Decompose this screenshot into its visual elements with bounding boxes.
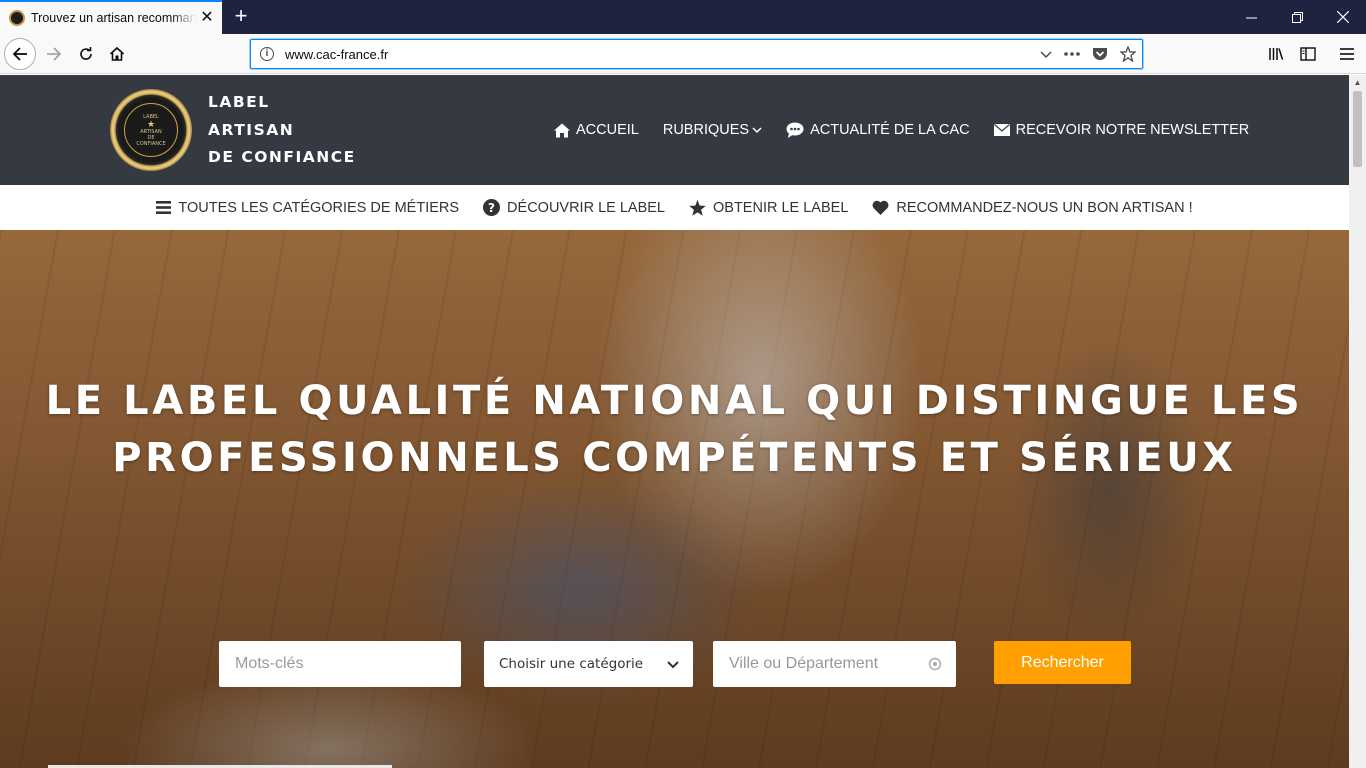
reload-icon: [80, 47, 92, 60]
info-icon[interactable]: i: [260, 47, 274, 61]
nav-item-newsletter[interactable]: RECEVOIR NOTRE NEWSLETTER: [993, 122, 1250, 138]
subnav-item-label: DÉCOUVRIR LE LABEL: [507, 199, 665, 216]
envelope-icon: [993, 124, 1010, 136]
subnav-item-label: OBTENIR LE LABEL: [713, 199, 849, 216]
svg-text:?: ?: [488, 201, 495, 215]
library-icon: [1269, 48, 1284, 60]
nav-item-label: RECEVOIR NOTRE NEWSLETTER: [1015, 122, 1250, 138]
more-actions-icon[interactable]: [1064, 51, 1080, 57]
bars-icon: [156, 201, 172, 214]
logo-mini-line: CONFIANCE: [136, 140, 166, 147]
hero-title-line: LE LABEL QUALITÉ NATIONAL QUI DISTINGUE …: [45, 378, 1304, 424]
minimize-window-button[interactable]: [1228, 0, 1274, 34]
back-button[interactable]: [4, 38, 36, 70]
location-target-icon[interactable]: [928, 657, 942, 671]
arrow-right-icon: [47, 47, 62, 61]
nav-item-accueil[interactable]: ACCUEIL: [554, 122, 639, 138]
site-name-line: ARTISAN: [208, 120, 295, 139]
tab-title: Trouvez un artisan recommandé: [31, 11, 196, 25]
close-tab-icon[interactable]: ✕: [198, 9, 216, 27]
nav-item-rubriques[interactable]: RUBRIQUES: [663, 122, 762, 138]
heart-icon: [872, 200, 889, 215]
secondary-navigation: TOUTES LES CATÉGORIES DE MÉTIERS ? DÉCOU…: [0, 185, 1349, 230]
pocket-icon[interactable]: [1092, 46, 1108, 62]
home-icon: [109, 46, 125, 61]
sidebar-button[interactable]: [1292, 38, 1324, 70]
subnav-item-categories[interactable]: TOUTES LES CATÉGORIES DE MÉTIERS: [156, 200, 459, 216]
home-button[interactable]: [101, 38, 133, 70]
library-button[interactable]: [1260, 38, 1292, 70]
close-icon: [1337, 11, 1349, 23]
url-bar[interactable]: i www.cac-france.fr: [250, 39, 1143, 69]
page-scrollbar[interactable]: ▲: [1349, 75, 1366, 768]
minimize-icon: [1245, 17, 1257, 18]
new-tab-button[interactable]: +: [230, 4, 252, 28]
reload-button[interactable]: [70, 38, 102, 70]
sidebar-icon: [1300, 47, 1316, 61]
restore-window-button[interactable]: [1274, 0, 1320, 34]
subnav-item-decouvrir[interactable]: ? DÉCOUVRIR LE LABEL: [483, 199, 665, 216]
nav-item-label: ACCUEIL: [576, 122, 639, 138]
arrow-left-icon: [12, 47, 27, 61]
nav-item-label: RUBRIQUES: [662, 122, 750, 138]
web-page: LABEL ★ ARTISAN DE CONFIANCE LABEL ARTIS…: [0, 75, 1349, 768]
hero-banner: LE LABEL QUALITÉ NATIONAL QUI DISTINGUE …: [0, 230, 1349, 768]
site-name-line: DE CONFIANCE: [208, 148, 356, 166]
browser-toolbar: i www.cac-france.fr: [0, 34, 1366, 74]
chat-bubble-icon: [786, 122, 804, 138]
bookmark-star-icon[interactable]: [1120, 46, 1136, 62]
keyword-search-input[interactable]: [219, 641, 461, 687]
subnav-item-recommandez[interactable]: RECOMMANDEZ-NOUS UN BON ARTISAN !: [872, 199, 1193, 216]
main-navigation: ACCUEIL RUBRIQUES ACTUALITÉ DE LA CAC RE…: [554, 120, 1249, 140]
star-icon: ★: [146, 118, 156, 129]
logo-emblem: LABEL ★ ARTISAN DE CONFIANCE: [124, 103, 178, 157]
subnav-item-obtenir[interactable]: OBTENIR LE LABEL: [689, 199, 849, 216]
browser-tab[interactable]: Trouvez un artisan recommandé ✕: [0, 0, 222, 34]
category-select[interactable]: Choisir une catégorie: [484, 641, 693, 687]
site-name[interactable]: LABEL ARTISAN DE CONFIANCE: [208, 89, 356, 172]
menu-button[interactable]: [1331, 38, 1363, 70]
category-select-value: Choisir une catégorie: [499, 656, 644, 672]
url-text[interactable]: www.cac-france.fr: [285, 47, 388, 62]
chevron-down-icon: [667, 657, 679, 673]
browser-tab-bar: Trouvez un artisan recommandé ✕ +: [0, 0, 1366, 34]
city-search-input[interactable]: [713, 641, 956, 687]
site-favicon-icon: [9, 10, 25, 26]
question-circle-icon: ?: [483, 199, 501, 216]
hero-title: LE LABEL QUALITÉ NATIONAL QUI DISTINGUE …: [0, 373, 1349, 487]
chevron-down-icon: [752, 126, 762, 134]
restore-icon: [1291, 11, 1303, 23]
nav-item-label: ACTUALITÉ DE LA CAC: [810, 122, 970, 138]
nav-item-actualite[interactable]: ACTUALITÉ DE LA CAC: [786, 122, 970, 138]
close-window-button[interactable]: [1320, 0, 1366, 34]
forward-button[interactable]: [38, 38, 70, 70]
hero-background-photo: [0, 230, 1349, 768]
search-button[interactable]: Rechercher: [994, 641, 1131, 684]
scroll-up-icon[interactable]: ▲: [1349, 75, 1366, 91]
subnav-item-label: TOUTES LES CATÉGORIES DE MÉTIERS: [178, 199, 460, 216]
site-logo[interactable]: LABEL ★ ARTISAN DE CONFIANCE: [110, 89, 192, 171]
site-header: LABEL ★ ARTISAN DE CONFIANCE LABEL ARTIS…: [0, 75, 1349, 185]
scrollbar-thumb[interactable]: [1353, 91, 1362, 167]
home-icon: [554, 123, 570, 138]
star-icon: [689, 199, 706, 216]
subnav-item-label: RECOMMANDEZ-NOUS UN BON ARTISAN !: [896, 199, 1193, 216]
chevron-down-icon[interactable]: [1040, 48, 1052, 60]
hero-title-line: PROFESSIONNELS COMPÉTENTS ET SÉRIEUX: [112, 435, 1237, 481]
hamburger-icon: [1340, 48, 1354, 60]
site-name-line: LABEL: [208, 93, 270, 111]
